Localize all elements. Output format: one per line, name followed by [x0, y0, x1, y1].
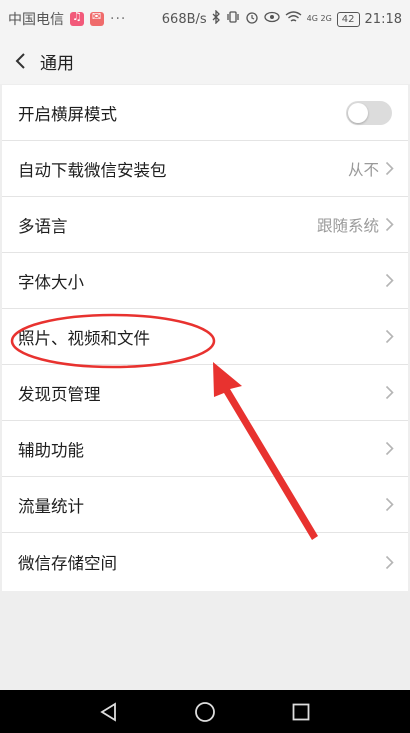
row-value: 跟随系统: [316, 216, 379, 235]
row-label: 开启横屏模式: [18, 104, 117, 124]
settings-row-photos-videos-files[interactable]: 照片、视频和文件: [2, 309, 408, 365]
row-label: 发现页管理: [18, 384, 101, 404]
carrier-name: 中国电信: [8, 12, 64, 28]
row-label: 照片、视频和文件: [18, 328, 150, 348]
chevron-right-icon: [385, 441, 394, 456]
landscape-mode-toggle[interactable]: [346, 100, 392, 125]
music-app-icon: ♫: [70, 10, 84, 26]
top-bar: 通用: [0, 38, 410, 84]
settings-row-storage[interactable]: 微信存储空间: [2, 533, 408, 591]
row-label: 辅助功能: [18, 440, 84, 460]
alarm-icon: [245, 10, 259, 28]
settings-row-accessibility[interactable]: 辅助功能: [2, 421, 408, 477]
nav-recents-button[interactable]: [288, 699, 314, 725]
row-value: 从不: [347, 160, 379, 179]
battery-icon: 42: [336, 11, 360, 27]
vibrate-icon: [226, 10, 240, 28]
chevron-left-icon: [15, 53, 25, 69]
settings-list: 开启横屏模式 自动下载微信安装包 从不 多语言 跟随系统 字体大小 照片、视频和…: [2, 85, 408, 591]
row-label: 字体大小: [18, 272, 84, 292]
row-label: 多语言: [18, 216, 68, 236]
row-label: 微信存储空间: [18, 554, 117, 573]
mail-app-icon: ✉: [90, 10, 104, 26]
nav-home-button[interactable]: [192, 699, 218, 725]
wifi-icon: [285, 10, 302, 28]
page-title: 通用: [40, 53, 74, 74]
square-recents-icon: [292, 703, 310, 720]
chevron-right-icon: [385, 555, 394, 569]
nav-back-button[interactable]: [96, 699, 122, 725]
back-button[interactable]: [0, 38, 40, 84]
more-notifications-icon: ···: [110, 11, 127, 27]
settings-row-auto-download[interactable]: 自动下载微信安装包 从不: [2, 141, 408, 197]
settings-row-data-usage[interactable]: 流量统计: [2, 477, 408, 533]
chevron-right-icon: [385, 497, 394, 512]
settings-row-discover-management[interactable]: 发现页管理: [2, 365, 408, 421]
chevron-right-icon: [385, 329, 394, 344]
toggle-knob: [348, 102, 368, 123]
settings-row-font-size[interactable]: 字体大小: [2, 253, 408, 309]
cellular-signal-icon: 4G 2G: [306, 14, 332, 23]
status-bar: 中国电信 ♫ ✉ ··· 668B/s 4G 2G 42 21:18: [0, 0, 410, 38]
network-speed: 668B/s: [161, 11, 207, 27]
row-label: 流量统计: [18, 496, 84, 516]
chevron-right-icon: [385, 161, 394, 176]
triangle-back-icon: [100, 701, 116, 722]
chevron-right-icon: [385, 273, 394, 288]
clock: 21:18: [364, 11, 402, 27]
bluetooth-icon: [212, 9, 221, 28]
circle-home-icon: [195, 701, 215, 722]
chevron-right-icon: [385, 385, 394, 400]
system-nav-bar: [0, 690, 410, 733]
row-label: 自动下载微信安装包: [18, 160, 167, 180]
settings-row-landscape: 开启横屏模式: [2, 85, 408, 141]
eye-comfort-icon: [264, 11, 280, 27]
chevron-right-icon: [385, 217, 394, 232]
settings-row-language[interactable]: 多语言 跟随系统: [2, 197, 408, 253]
